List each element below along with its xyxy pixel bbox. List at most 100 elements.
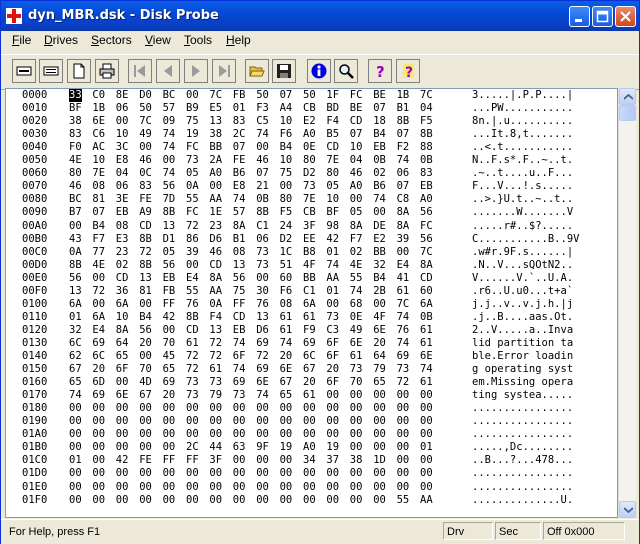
hex-byte[interactable]: FF [233,298,246,311]
hex-byte[interactable]: D0 [139,89,152,102]
hex-byte[interactable]: EB [420,180,433,193]
hex-byte[interactable]: 38 [69,115,82,128]
hex-byte[interactable]: 00 [186,467,199,480]
hex-byte[interactable]: 7C [139,115,152,128]
hex-byte[interactable]: 00 [116,481,129,494]
hex-byte[interactable]: 00 [186,494,199,507]
hex-byte[interactable]: 00 [163,154,176,167]
hex-byte[interactable]: 69 [303,337,316,350]
minimize-button[interactable] [569,6,590,27]
hex-byte[interactable]: 01 [233,102,246,115]
hex-byte[interactable]: 13 [139,272,152,285]
hex-byte[interactable]: 49 [350,324,363,337]
hex-byte[interactable]: 19 [326,441,339,454]
hex-byte[interactable]: C1 [303,285,316,298]
hex-byte[interactable]: 8B [163,206,176,219]
hex-row[interactable]: 0010 BF 1B 06 50 57 B9 E5 01 F3 A4 CB BD BE 07 B1 04 ...P… [6,102,606,115]
hex-byte[interactable]: BF [69,102,82,115]
hex-byte[interactable]: 00 [256,141,269,154]
hex-byte[interactable]: 00 [92,415,105,428]
hex-byte[interactable]: 73 [256,246,269,259]
hex-byte[interactable]: 55 [186,285,199,298]
hex-byte[interactable]: 10 [116,128,129,141]
hex-byte[interactable]: 00 [397,246,410,259]
hex-byte[interactable]: 00 [256,454,269,467]
hex-byte[interactable]: 65 [280,389,293,402]
hex-byte[interactable]: 05 [186,167,199,180]
hex-byte[interactable]: F2 [397,141,410,154]
hex-byte[interactable]: 73 [233,389,246,402]
hex-byte[interactable]: 00 [397,481,410,494]
hex-view[interactable]: 0000 33 C0 8E D0 BC 00 7C FB 50 07 50 1F FC BE 1B 7C 3...… [5,88,618,518]
hex-byte[interactable]: 46 [139,154,152,167]
hex-byte[interactable]: FB [163,285,176,298]
hex-byte[interactable]: 00 [233,481,246,494]
hex-byte[interactable]: 42 [163,311,176,324]
hex-byte[interactable]: 74 [163,167,176,180]
hex-byte[interactable]: 4D [139,376,152,389]
hex-row[interactable]: 0000 33 C0 8E D0 BC 00 7C FB 50 07 50 1F FC BE 1B 7C 3...… [6,89,606,102]
hex-byte[interactable]: 0B [256,193,269,206]
maximize-button[interactable] [592,6,613,27]
hex-row-ascii[interactable]: ...PW........... [472,102,573,115]
hex-byte[interactable]: 61 [280,311,293,324]
hex-byte[interactable]: 00 [139,350,152,363]
hex-byte[interactable]: 6A [69,298,82,311]
hex-byte[interactable]: 6E [116,389,129,402]
menu-file[interactable]: File [12,33,31,47]
hex-byte[interactable]: 00 [69,220,82,233]
hex-byte[interactable]: 67 [139,389,152,402]
hex-byte[interactable]: B4 [92,220,105,233]
hex-byte[interactable]: 00 [397,454,410,467]
hex-row[interactable]: 0170 74 69 6E 67 20 73 79 73 74 65 61 00 00 00 00 00 ting… [6,389,606,402]
hex-byte[interactable]: 05 [326,180,339,193]
hex-byte[interactable]: 00 [139,428,152,441]
hex-byte[interactable]: 74 [397,337,410,350]
hex-row[interactable]: 0130 6C 69 64 20 70 61 72 74 69 74 69 6F 6E 20 74 61 lid … [6,337,606,350]
scroll-thumb[interactable] [619,105,636,121]
hex-byte[interactable]: 73 [209,376,222,389]
hex-byte[interactable]: 23 [209,220,222,233]
hex-byte[interactable]: 00 [69,441,82,454]
hex-byte[interactable]: 73 [186,154,199,167]
hex-row[interactable]: 0190 00 00 00 00 00 00 00 00 00 00 00 00 00 00 00 00....… [6,415,606,428]
hex-byte[interactable]: 00 [256,415,269,428]
hex-byte[interactable]: 8B [420,128,433,141]
hex-byte[interactable]: D2 [303,167,316,180]
hex-byte[interactable]: 00 [280,494,293,507]
hex-byte[interactable]: 65 [373,376,386,389]
hex-byte[interactable]: 72 [139,246,152,259]
hex-byte[interactable]: 20 [139,337,152,350]
hex-row-ascii[interactable]: .N..V...sQOtN2.. [472,259,573,272]
hex-byte[interactable]: 65 [116,350,129,363]
hex-byte[interactable]: 67 [280,376,293,389]
hex-byte[interactable]: A0 [209,167,222,180]
hex-row-ascii[interactable]: ..>.}U.t..~..t.. [472,193,573,206]
hex-byte[interactable]: 01 [326,246,339,259]
hex-byte[interactable]: 20 [373,337,386,350]
hex-byte[interactable]: E4 [186,272,199,285]
hex-byte[interactable]: 00 [326,415,339,428]
hex-byte[interactable]: 56 [69,272,82,285]
hex-byte[interactable]: BC [163,89,176,102]
hex-byte[interactable]: 51 [280,259,293,272]
hex-byte[interactable]: 01 [420,441,433,454]
hex-byte[interactable]: 63 [233,441,246,454]
hex-byte[interactable]: 50 [303,89,316,102]
hex-byte[interactable]: 00 [326,402,339,415]
hex-byte[interactable]: 67 [303,363,316,376]
hex-byte[interactable]: 76 [256,298,269,311]
menu-sectors[interactable]: Sectors [91,33,132,47]
hex-byte[interactable]: 55 [397,494,410,507]
hex-byte[interactable]: 55 [186,193,199,206]
hex-byte[interactable]: D6 [209,233,222,246]
hex-byte[interactable]: 00 [139,415,152,428]
hex-row-ascii[interactable]: ..............U. [472,494,573,507]
hex-byte[interactable]: 72 [92,285,105,298]
hex-row[interactable]: 0040 F0 AC 3C 00 74 FC BB 07 00 B4 0E CD 10 EB F2 88 ..<.… [6,141,606,154]
hex-byte[interactable]: 6A [92,311,105,324]
hex-byte[interactable]: 30 [256,285,269,298]
hex-byte[interactable]: C5 [256,115,269,128]
hex-byte[interactable]: 7D [163,193,176,206]
hex-row[interactable]: 00A0 00 B4 08 CD 13 72 23 8A C1 24 3F 98 8A DE 8A FC....… [6,220,606,233]
